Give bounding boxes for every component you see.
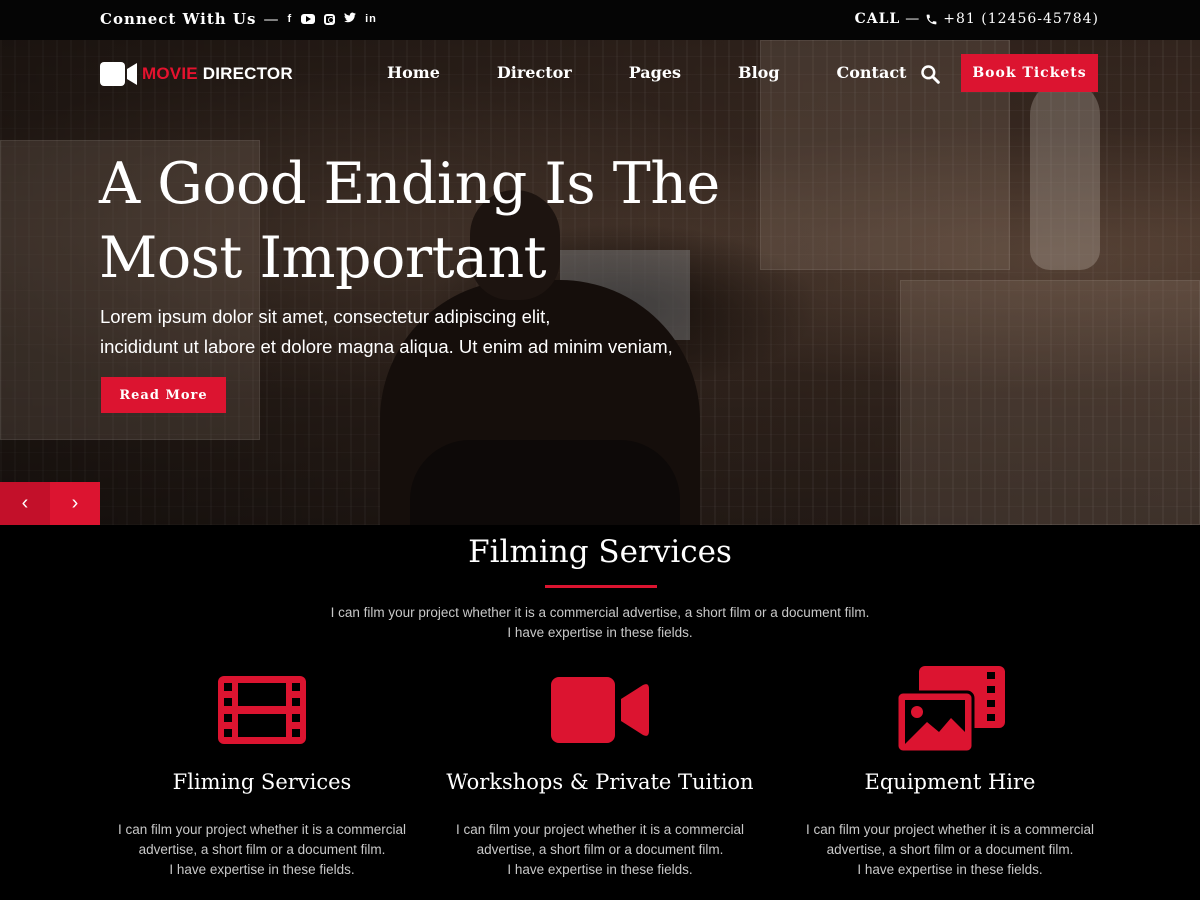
search-button[interactable] [920,64,940,89]
hero-banner: MOVIE DIRECTOR Home Director Pages Blog … [0,40,1200,525]
connect-with-us: Connect With Us — f in [100,10,377,28]
site-logo[interactable]: MOVIE DIRECTOR [100,62,293,86]
nav-home[interactable]: Home [387,63,440,82]
nav-menu: Home Director Pages Blog Contact [387,63,906,82]
service-title: Equipment Hire [864,770,1036,794]
service-description: I can film your project whether it is a … [430,820,770,880]
service-description: I can film your project whether it is a … [92,820,432,880]
read-more-button[interactable]: Read More [101,377,226,413]
instagram-icon[interactable] [324,13,336,25]
photo-film-icon [780,660,1120,760]
call-info: CALL — +81 (12456-45784) [855,11,1099,27]
film-strip-icon [92,660,432,760]
service-description-line: advertise, a short film or a document fi… [826,842,1074,857]
hero-description-line: incididunt ut labore et dolore magna ali… [100,336,673,357]
slider-arrows: ‹ › [0,482,100,525]
book-tickets-button[interactable]: Book Tickets [961,54,1098,92]
service-description-line: I have expertise in these fields. [169,862,355,877]
section-description-line: I have expertise in these fields. [507,625,693,640]
top-bar: Connect With Us — f in CALL — +81 (12456… [0,0,1200,40]
separator-dash: — [263,10,280,28]
main-navigation: MOVIE DIRECTOR Home Director Pages Blog … [0,40,1200,106]
nav-contact[interactable]: Contact [837,63,907,82]
call-label: CALL [854,11,901,27]
title-underline [545,585,657,588]
hero-description: Lorem ipsum dolor sit amet, consectetur … [100,302,760,362]
linkedin-icon[interactable]: in [365,13,377,25]
logo-text-main: DIRECTOR [197,64,293,83]
section-title: Filming Services [468,534,732,570]
mixing-console [900,280,1200,525]
nav-pages[interactable]: Pages [629,63,681,82]
service-description-line: I can film your project whether it is a … [805,822,1095,837]
search-icon [921,65,940,84]
chevron-left-icon: ‹ [21,492,29,514]
chevron-right-icon: › [71,492,79,514]
vase-decor [1030,80,1100,270]
service-card: Fliming Services I can film your project… [92,660,432,880]
service-card: Equipment Hire I can film your project w… [780,660,1120,880]
twitter-icon[interactable] [344,12,357,26]
service-description: I can film your project whether it is a … [780,820,1120,880]
logo-text-accent: MOVIE [142,64,198,83]
section-description-line: I can film your project whether it is a … [330,605,870,620]
phone-icon [926,14,937,24]
service-description-line: advertise, a short film or a document fi… [476,842,724,857]
phone-number[interactable]: +81 (12456-45784) [943,11,1099,27]
service-description-line: I have expertise in these fields. [507,862,693,877]
service-title: Workshops & Private Tuition [446,770,754,794]
connect-label: Connect With Us [100,10,257,28]
slider-next-button[interactable]: › [50,482,100,525]
camera-logo-icon [100,62,137,86]
service-description-line: I can film your project whether it is a … [455,822,745,837]
chair-silhouette [410,440,680,525]
service-title: Fliming Services [172,770,352,794]
separator-dash: — [905,11,921,27]
section-description: I can film your project whether it is a … [0,603,1200,643]
service-description-line: I can film your project whether it is a … [117,822,407,837]
hero-title: A Good Ending Is The Most Important [99,151,720,291]
nav-director[interactable]: Director [497,63,572,82]
service-card: Workshops & Private Tuition I can film y… [430,660,770,880]
social-links: f in [287,12,376,26]
nav-blog[interactable]: Blog [738,63,779,82]
logo-text: MOVIE DIRECTOR [142,64,293,84]
video-camera-icon [430,660,770,760]
youtube-icon[interactable] [301,14,316,24]
service-description-line: I have expertise in these fields. [857,862,1043,877]
service-description-line: advertise, a short film or a document fi… [138,842,386,857]
hero-description-line: Lorem ipsum dolor sit amet, consectetur … [100,306,551,327]
facebook-icon[interactable]: f [287,13,292,25]
slider-prev-button[interactable]: ‹ [0,482,50,525]
